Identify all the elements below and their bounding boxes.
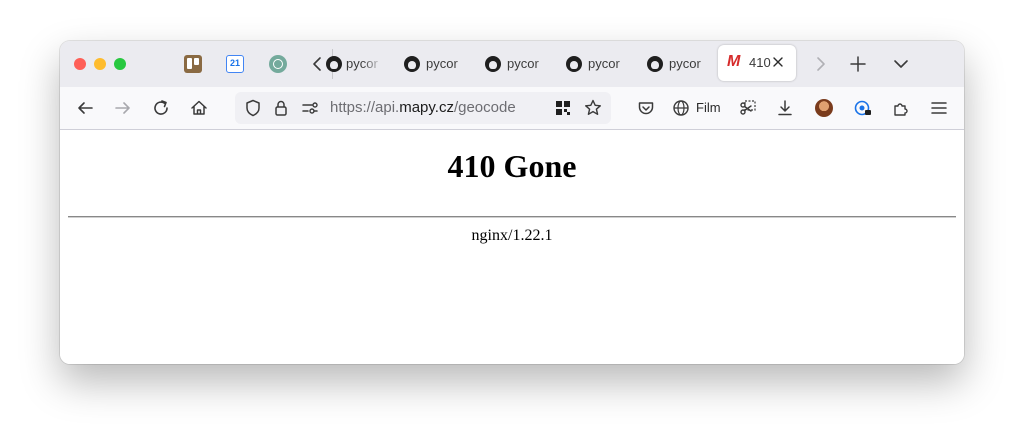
- tab-github-1[interactable]: pycor: [326, 48, 384, 80]
- navigation-toolbar: https://api.mapy.cz/geocode Film: [60, 87, 964, 130]
- tracking-protection-shield-icon[interactable]: [242, 97, 264, 119]
- qr-code-icon[interactable]: [552, 97, 574, 119]
- url-host: mapy.cz: [399, 99, 454, 116]
- password-manager-icon[interactable]: [852, 97, 874, 119]
- tab-active[interactable]: M 410: [718, 45, 796, 81]
- window-close-button[interactable]: [74, 58, 86, 70]
- tab-github-2[interactable]: pycor: [398, 48, 476, 80]
- pinned-tab-chatgpt-icon[interactable]: [269, 55, 287, 73]
- close-tab-icon[interactable]: [770, 53, 786, 71]
- browser-window: 21 pycor pycor pycor pycor pycor: [60, 41, 964, 364]
- horizontal-rule: [68, 216, 956, 218]
- github-icon: [647, 56, 663, 72]
- tabs-scroll-right-button[interactable]: [810, 53, 832, 75]
- tab-github-4[interactable]: pycor: [560, 48, 638, 80]
- account-avatar[interactable]: [815, 99, 833, 117]
- window-maximize-button[interactable]: [114, 58, 126, 70]
- film-extension-label[interactable]: Film: [696, 100, 721, 115]
- hamburger-menu-icon[interactable]: [928, 97, 950, 119]
- downloads-icon[interactable]: [774, 97, 796, 119]
- window-minimize-button[interactable]: [94, 58, 106, 70]
- globe-icon[interactable]: [670, 97, 692, 119]
- page-title: 410 Gone: [447, 148, 577, 184]
- github-icon: [485, 56, 501, 72]
- server-signature: nginx/1.22.1: [471, 227, 553, 244]
- tabs-scroll-left-button[interactable]: [308, 53, 328, 75]
- page-content: 410 Gone nginx/1.22.1: [60, 130, 964, 364]
- site-permissions-icon[interactable]: [299, 97, 321, 119]
- back-button[interactable]: [74, 97, 96, 119]
- url-prefix: https://api.: [330, 99, 400, 116]
- url-bar[interactable]: https://api.mapy.cz/geocode: [235, 92, 611, 124]
- mapy-icon: M: [727, 53, 741, 70]
- screenshot-scissors-icon[interactable]: [737, 97, 759, 119]
- pocket-icon[interactable]: [635, 97, 657, 119]
- reload-button[interactable]: [150, 97, 172, 119]
- extensions-puzzle-icon[interactable]: [890, 97, 912, 119]
- tab-bar: 21 pycor pycor pycor pycor pycor: [60, 41, 964, 87]
- tab-label: 410: [749, 55, 771, 70]
- list-all-tabs-button[interactable]: [890, 53, 912, 75]
- pinned-tab-calendar-icon[interactable]: 21: [226, 55, 244, 73]
- new-tab-button[interactable]: [847, 53, 869, 75]
- github-icon: [326, 56, 342, 72]
- lock-icon[interactable]: [270, 97, 292, 119]
- url-path: /geocode: [453, 99, 516, 116]
- url-text[interactable]: https://api.mapy.cz/geocode: [330, 99, 516, 116]
- pinned-tab-trello-icon[interactable]: [184, 55, 202, 73]
- bookmark-star-icon[interactable]: [582, 97, 604, 119]
- github-icon: [566, 56, 582, 72]
- home-button[interactable]: [188, 97, 210, 119]
- forward-button[interactable]: [112, 97, 134, 119]
- tab-github-3[interactable]: pycor: [479, 48, 557, 80]
- github-icon: [404, 56, 420, 72]
- tab-github-5[interactable]: pycor: [641, 48, 719, 80]
